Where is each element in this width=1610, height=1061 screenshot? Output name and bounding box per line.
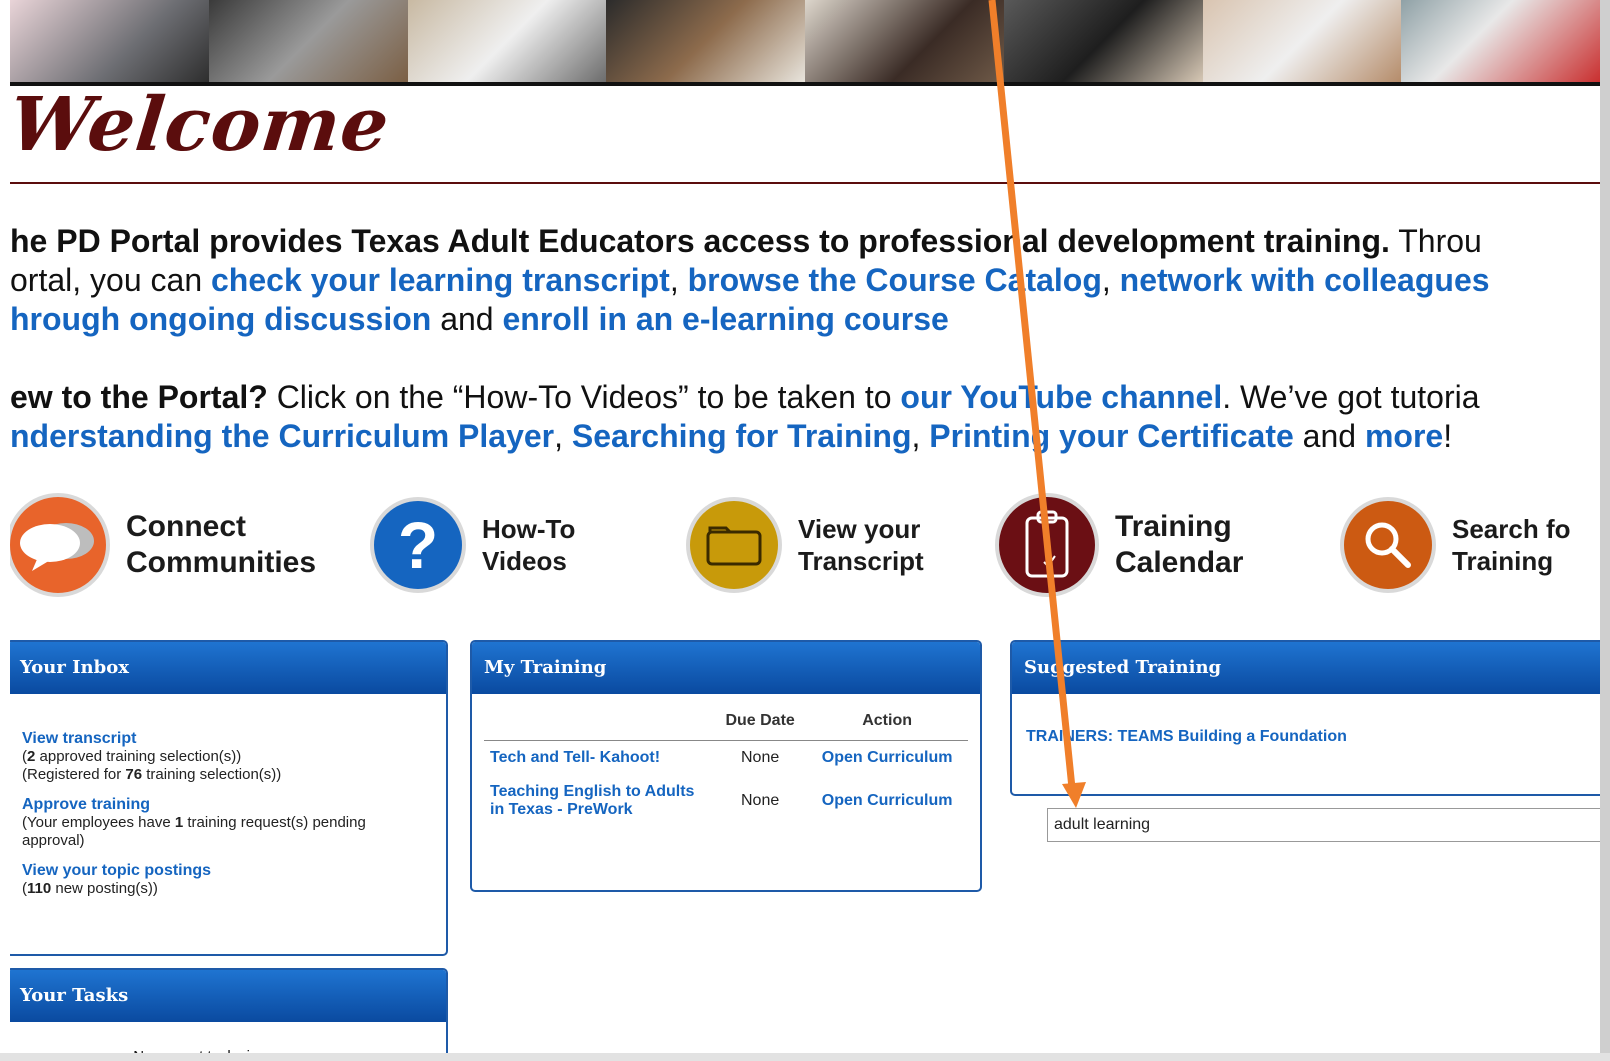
separator: , [669, 262, 688, 298]
inbox-panel: Your Inbox View transcript (2 approved t… [10, 640, 448, 956]
intro-text: . We’ve got tutoria [1222, 379, 1480, 415]
magnifier-icon [1340, 497, 1436, 593]
window-frame-edge [1600, 0, 1610, 1061]
searching-training-link[interactable]: Searching for Training [572, 418, 912, 454]
intro-text: ! [1443, 418, 1453, 454]
curriculum-player-link[interactable]: nderstanding the Curriculum Player [10, 418, 554, 454]
topic-postings-link[interactable]: View your topic postings [22, 862, 211, 879]
table-row: Tech and Tell- Kahoot! None Open Curricu… [484, 741, 968, 776]
pending-requests-text: (Your employees have 1 training request(… [22, 814, 366, 849]
training-title-link[interactable]: Tech and Tell- Kahoot! [484, 741, 714, 776]
suggested-training-link[interactable]: TRAINERS: TEAMS Building a Foundation [1026, 728, 1347, 745]
inbox-item: Approve training (Your employees have 1 … [22, 796, 432, 850]
inbox-item: View transcript (2 approved training sel… [22, 730, 432, 784]
printing-certificate-link[interactable]: Printing your Certificate [929, 418, 1294, 454]
view-transcript-label: View your Transcript [798, 514, 924, 576]
approved-count-text: (2 approved training selection(s)) [22, 748, 242, 765]
open-curriculum-link[interactable]: Open Curriculum [806, 775, 968, 827]
window-frame-edge [0, 1053, 1610, 1061]
approve-training-link[interactable]: Approve training [22, 796, 150, 813]
more-tutorials-link[interactable]: more [1365, 418, 1443, 454]
separator: , [911, 418, 930, 454]
view-transcript-link[interactable]: View your Transcript [686, 490, 924, 600]
page: Welcome he PD Portal provides Texas Adul… [10, 0, 1600, 1061]
column-header-due-date: Due Date [714, 702, 807, 741]
training-calendar-label: Training Calendar [1115, 510, 1244, 579]
view-transcript-inbox-link[interactable]: View transcript [22, 730, 136, 747]
suggested-training-title: Suggested Training [1012, 642, 1600, 694]
separator: , [554, 418, 572, 454]
due-date-cell: None [740, 749, 780, 766]
my-training-panel: My Training Due Date Action Tech and Tel… [470, 640, 982, 892]
training-title-link[interactable]: Teaching English to Adults in Texas - Pr… [484, 775, 714, 827]
search-training-link[interactable]: Search fo Training [1340, 490, 1571, 600]
new-to-portal-paragraph: ew to the Portal? Click on the “How-To V… [10, 378, 1600, 456]
how-to-videos-link[interactable]: ? How-To Videos [370, 490, 575, 600]
youtube-channel-link[interactable]: our YouTube channel [900, 379, 1222, 415]
separator: , [1101, 262, 1120, 298]
connect-communities-link[interactable]: Connect Communities [10, 490, 316, 600]
my-training-title: My Training [472, 642, 980, 694]
intro-lead: he PD Portal provides Texas Adult Educat… [10, 223, 1390, 259]
registered-count-text: (Registered for 76 training selection(s)… [22, 766, 282, 783]
connect-communities-label: Connect Communities [126, 510, 317, 579]
network-colleagues-link[interactable]: network with colleagues [1120, 262, 1490, 298]
welcome-heading: Welcome [10, 82, 394, 168]
table-row: Teaching English to Adults in Texas - Pr… [484, 775, 968, 827]
tasks-title: Your Tasks [10, 970, 446, 1022]
column-header-action: Action [806, 702, 968, 741]
quick-links-row: Connect Communities ? How-To Videos View y… [10, 490, 1600, 610]
my-training-table: Due Date Action Tech and Tell- Kahoot! N… [484, 702, 968, 827]
how-to-videos-label: How-To Videos [482, 514, 576, 576]
question-icon: ? [370, 497, 466, 593]
enroll-course-link[interactable]: enroll in an e-learning course [502, 301, 948, 337]
header-photo-banner [10, 0, 1600, 86]
intro-text: ortal, you can [10, 262, 211, 298]
inbox-title: Your Inbox [10, 642, 446, 694]
intro-text: Click on the “How-To Videos” to be taken… [267, 379, 901, 415]
intro-paragraph: he PD Portal provides Texas Adult Educat… [10, 222, 1600, 339]
heading-divider [10, 182, 1600, 184]
browse-catalog-link[interactable]: browse the Course Catalog [688, 262, 1102, 298]
training-calendar-link[interactable]: Training Calendar [995, 490, 1243, 600]
open-curriculum-link[interactable]: Open Curriculum [806, 741, 968, 776]
due-date-cell: None [740, 792, 780, 809]
chat-bubbles-icon [10, 493, 110, 597]
folder-icon [686, 497, 782, 593]
intro-text: Throu [1389, 223, 1482, 259]
new-to-portal-lead: ew to the Portal? [10, 379, 268, 415]
intro-text: and [1293, 418, 1365, 454]
check-transcript-link[interactable]: check your learning transcript [211, 262, 670, 298]
intro-text: and [431, 301, 503, 337]
postings-count-text: (110 new posting(s)) [22, 880, 158, 897]
suggested-training-panel: Suggested Training TRAINERS: TEAMS Build… [1010, 640, 1600, 796]
search-training-label: Search fo Training [1452, 514, 1571, 576]
tasks-panel: Your Tasks No current tasks in progress [10, 968, 448, 1061]
column-header-title [484, 702, 714, 741]
ongoing-discussion-link[interactable]: hrough ongoing discussion [10, 301, 431, 337]
suggested-search-input[interactable] [1047, 808, 1607, 842]
clipboard-icon [995, 493, 1099, 597]
inbox-item: View your topic postings (110 new postin… [22, 862, 432, 898]
